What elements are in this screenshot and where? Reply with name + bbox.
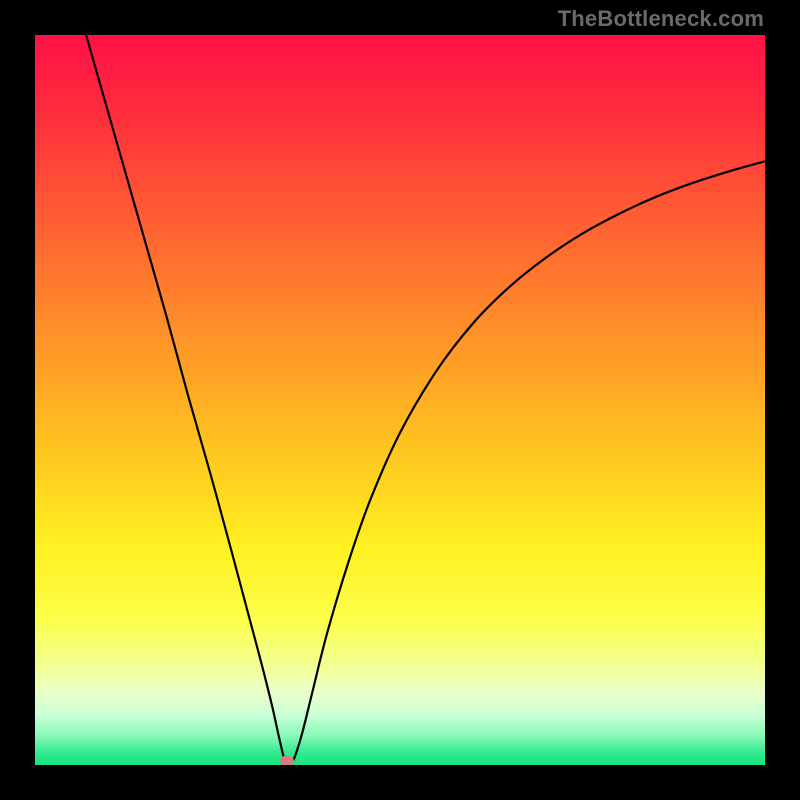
watermark-text: TheBottleneck.com xyxy=(558,6,764,32)
chart-frame: TheBottleneck.com xyxy=(0,0,800,800)
optimal-marker xyxy=(280,756,294,765)
bottleneck-curve xyxy=(35,35,765,765)
plot-area xyxy=(35,35,765,765)
